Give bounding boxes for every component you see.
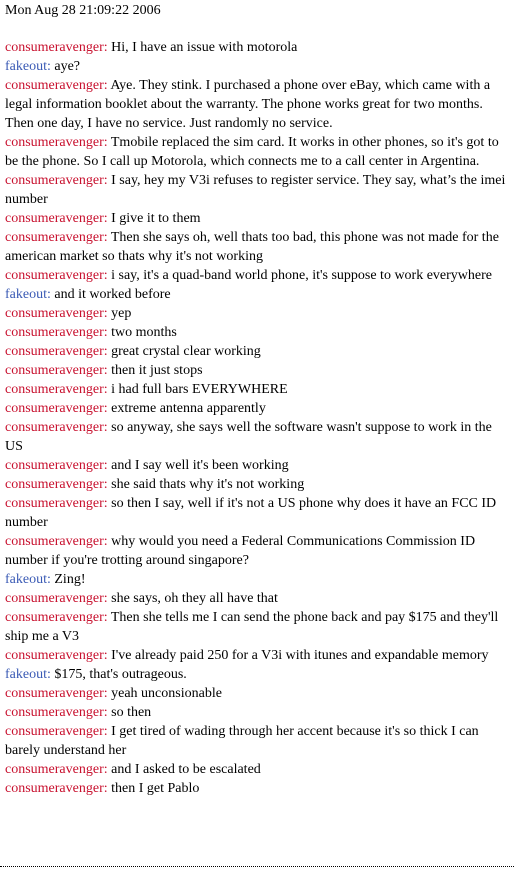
message-text: yep xyxy=(107,306,132,321)
message-username: consumeravenger: xyxy=(5,610,108,625)
message-username: consumeravenger: xyxy=(5,344,108,359)
chat-message: consumeravenger: so then I say, well if … xyxy=(5,494,511,532)
chat-message: consumeravenger: and I asked to be escal… xyxy=(5,760,511,779)
chat-message: consumeravenger: Tmobile replaced the si… xyxy=(5,133,511,171)
chat-message: fakeout: $175, that's outrageous. xyxy=(5,665,511,684)
message-username: consumeravenger: xyxy=(5,40,108,55)
message-text: and I say well it's been working xyxy=(107,458,289,473)
message-username: consumeravenger: xyxy=(5,458,108,473)
message-text: I give it to them xyxy=(107,211,201,226)
message-username: consumeravenger: xyxy=(5,686,108,701)
message-text: she says, oh they all have that xyxy=(107,591,278,606)
message-username: consumeravenger: xyxy=(5,325,108,340)
chat-message: consumeravenger: two months xyxy=(5,323,511,342)
message-username: consumeravenger: xyxy=(5,363,108,378)
message-text: $175, that's outrageous. xyxy=(50,667,187,682)
chat-message: consumeravenger: Then she tells me I can… xyxy=(5,608,511,646)
chat-message: consumeravenger: Aye. They stink. I purc… xyxy=(5,76,511,133)
message-username: consumeravenger: xyxy=(5,477,108,492)
message-text: i say, it's a quad-band world phone, it'… xyxy=(107,268,493,283)
message-username: consumeravenger: xyxy=(5,705,108,720)
chat-message: consumeravenger: i had full bars EVERYWH… xyxy=(5,380,511,399)
chat-message: consumeravenger: I give it to them xyxy=(5,209,511,228)
message-text: extreme antenna apparently xyxy=(107,401,266,416)
chat-message: consumeravenger: so then xyxy=(5,703,511,722)
chat-timestamp: Mon Aug 28 21:09:22 2006 xyxy=(5,3,161,18)
message-text: then I get Pablo xyxy=(107,781,200,796)
chat-message: consumeravenger: so anyway, she says wel… xyxy=(5,418,511,456)
message-text: and I asked to be escalated xyxy=(107,762,261,777)
message-text: she said thats why it's not working xyxy=(107,477,305,492)
chat-message: fakeout: and it worked before xyxy=(5,285,511,304)
message-username: consumeravenger: xyxy=(5,762,108,777)
chat-message: consumeravenger: extreme antenna apparen… xyxy=(5,399,511,418)
message-text: I've already paid 250 for a V3i with itu… xyxy=(107,648,489,663)
message-username: consumeravenger: xyxy=(5,534,108,549)
message-username: fakeout: xyxy=(5,667,51,682)
chat-message: consumeravenger: I get tired of wading t… xyxy=(5,722,511,760)
message-username: consumeravenger: xyxy=(5,306,108,321)
dotted-divider xyxy=(0,866,514,867)
message-username: consumeravenger: xyxy=(5,420,108,435)
message-text: great crystal clear working xyxy=(107,344,261,359)
message-list: consumeravenger: Hi, I have an issue wit… xyxy=(5,38,511,798)
message-username: consumeravenger: xyxy=(5,781,108,796)
message-username: consumeravenger: xyxy=(5,135,108,150)
message-username: consumeravenger: xyxy=(5,173,108,188)
chat-message: consumeravenger: yep xyxy=(5,304,511,323)
chat-message: consumeravenger: I say, hey my V3i refus… xyxy=(5,171,511,209)
message-text: yeah unconsionable xyxy=(107,686,222,701)
chat-message: consumeravenger: great crystal clear wor… xyxy=(5,342,511,361)
message-username: fakeout: xyxy=(5,287,51,302)
chat-message: consumeravenger: i say, it's a quad-band… xyxy=(5,266,511,285)
chat-message: consumeravenger: she says, oh they all h… xyxy=(5,589,511,608)
message-username: consumeravenger: xyxy=(5,211,108,226)
message-text: i had full bars EVERYWHERE xyxy=(107,382,288,397)
message-username: fakeout: xyxy=(5,572,51,587)
chat-message: consumeravenger: then I get Pablo xyxy=(5,779,511,798)
chat-message: fakeout: Zing! xyxy=(5,570,511,589)
message-username: consumeravenger: xyxy=(5,724,108,739)
chat-message: consumeravenger: then it just stops xyxy=(5,361,511,380)
message-username: consumeravenger: xyxy=(5,496,108,511)
message-username: consumeravenger: xyxy=(5,401,108,416)
chat-message: consumeravenger: Hi, I have an issue wit… xyxy=(5,38,511,57)
chat-message: consumeravenger: I've already paid 250 f… xyxy=(5,646,511,665)
chat-message: consumeravenger: yeah unconsionable xyxy=(5,684,511,703)
message-text: Hi, I have an issue with motorola xyxy=(107,40,298,55)
message-username: consumeravenger: xyxy=(5,382,108,397)
message-text: and it worked before xyxy=(50,287,171,302)
message-username: consumeravenger: xyxy=(5,268,108,283)
message-username: consumeravenger: xyxy=(5,78,108,93)
message-username: consumeravenger: xyxy=(5,591,108,606)
chat-message: fakeout: aye? xyxy=(5,57,511,76)
chat-message: consumeravenger: Then she says oh, well … xyxy=(5,228,511,266)
message-text: so then xyxy=(107,705,152,720)
message-text: then it just stops xyxy=(107,363,203,378)
message-username: fakeout: xyxy=(5,59,51,74)
chat-message: consumeravenger: why would you need a Fe… xyxy=(5,532,511,570)
message-text: Zing! xyxy=(50,572,86,587)
message-username: consumeravenger: xyxy=(5,648,108,663)
message-username: consumeravenger: xyxy=(5,230,108,245)
message-text: aye? xyxy=(50,59,81,74)
chat-message: consumeravenger: she said thats why it's… xyxy=(5,475,511,494)
chat-log: Mon Aug 28 21:09:22 2006 consumeravenger… xyxy=(0,0,511,798)
chat-message: consumeravenger: and I say well it's bee… xyxy=(5,456,511,475)
message-text: two months xyxy=(107,325,177,340)
